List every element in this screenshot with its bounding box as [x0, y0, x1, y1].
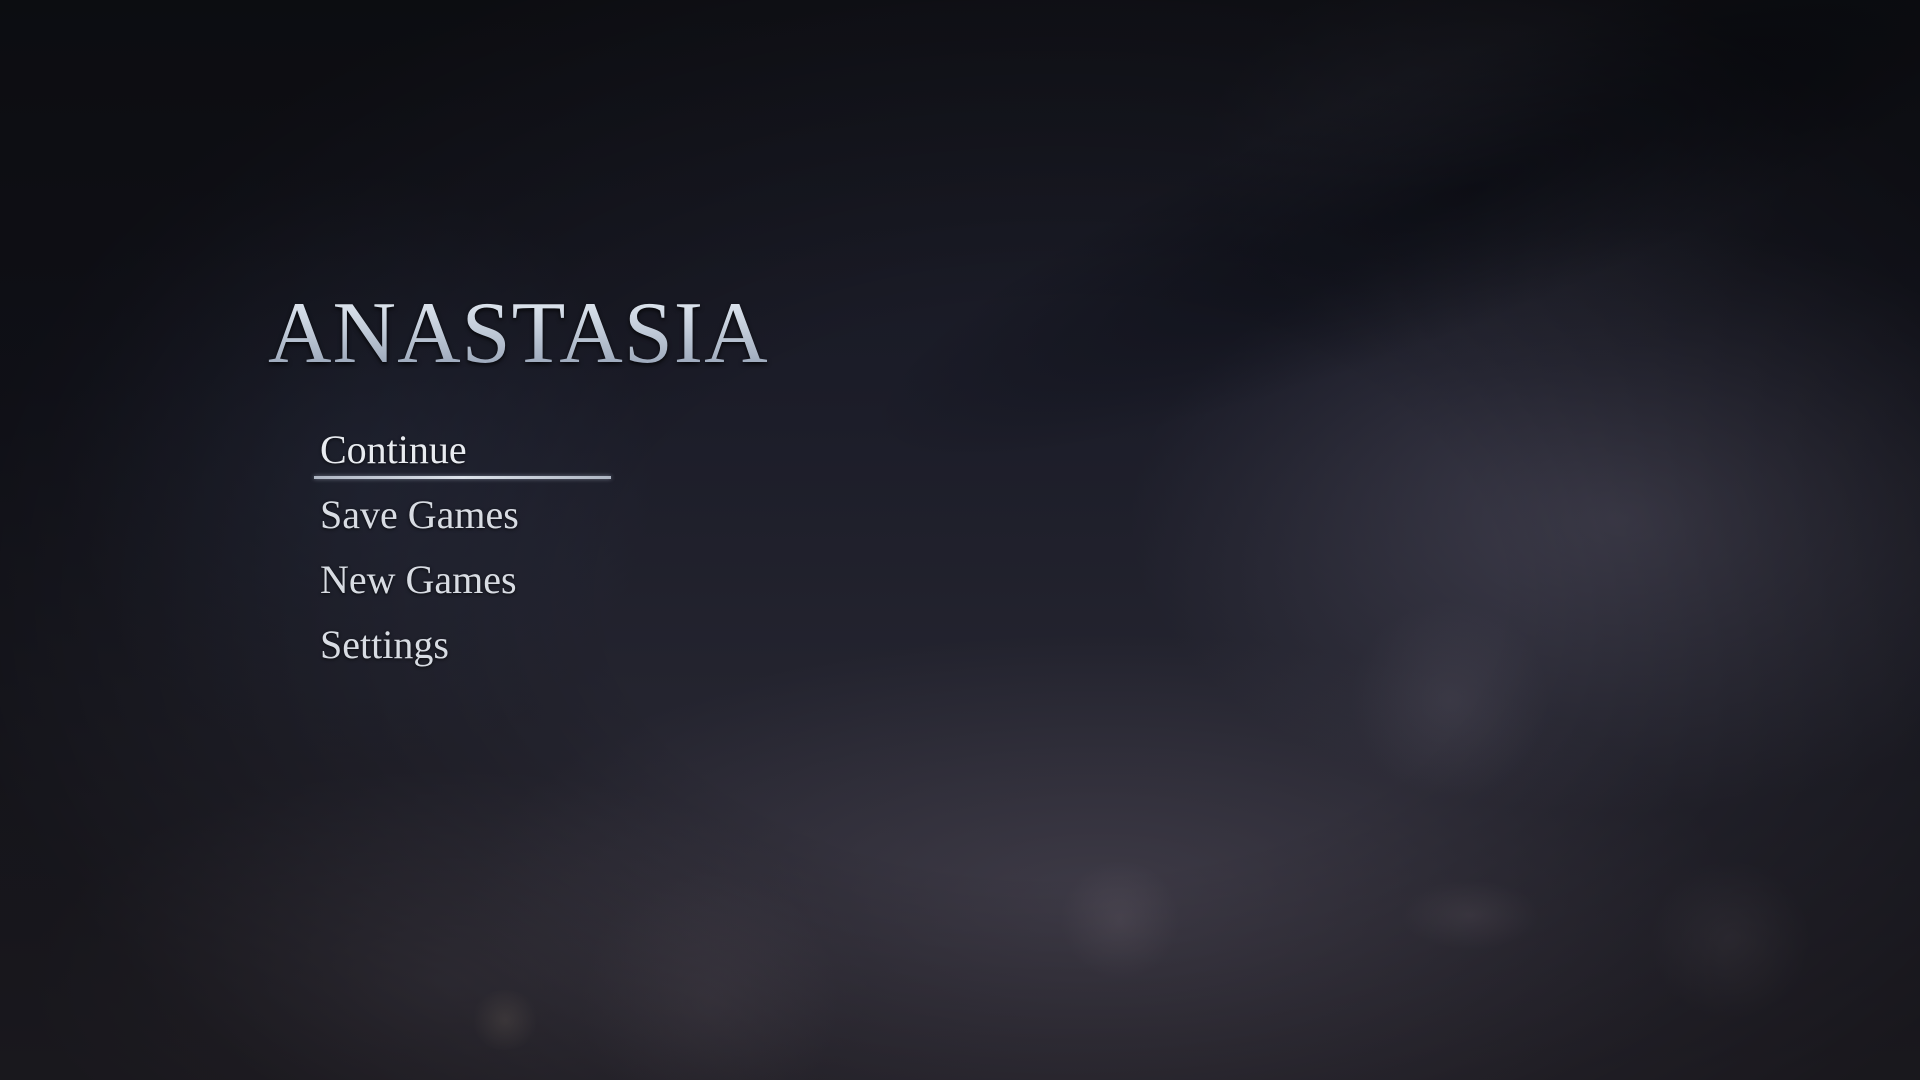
menu-item-label: Settings [320, 622, 449, 667]
bokeh-light [580, 870, 840, 1080]
vignette [0, 0, 1920, 1080]
selection-underline [314, 476, 611, 479]
menu-item-label: New Games [320, 557, 517, 602]
game-title: ANASTASIA [268, 285, 769, 382]
bokeh-light [1400, 880, 1540, 950]
menu-item-save-games[interactable]: Save Games [314, 487, 519, 552]
main-menu-screen: ANASTASIA Continue Save Games New Games … [0, 0, 1920, 1080]
bokeh-light [470, 990, 540, 1050]
bokeh-light [1060, 860, 1180, 980]
main-menu: Continue Save Games New Games Settings [314, 422, 611, 682]
menu-item-settings[interactable]: Settings [314, 617, 519, 682]
bokeh-light [1350, 600, 1550, 800]
menu-item-label: Save Games [320, 492, 519, 537]
background-streak [818, 0, 1920, 555]
menu-item-new-games[interactable]: New Games [314, 552, 519, 617]
bokeh-light [1650, 860, 1810, 1020]
menu-item-continue[interactable]: Continue [314, 422, 611, 487]
menu-item-label: Continue [320, 427, 467, 472]
